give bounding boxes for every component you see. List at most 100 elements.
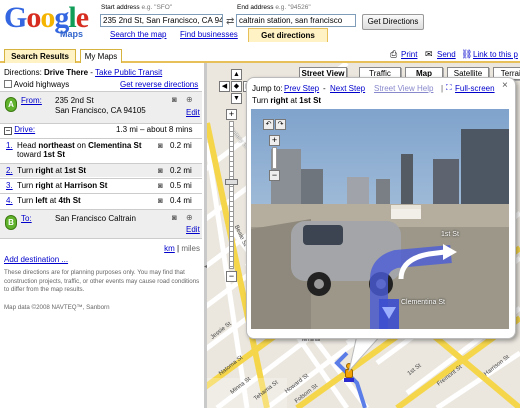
unit-miles: miles <box>181 244 200 253</box>
jump-to-label: Jump to: <box>252 84 283 93</box>
pan-up-icon[interactable]: ▲ <box>231 69 242 80</box>
swap-addresses-icon[interactable]: ⇄ <box>226 16 234 27</box>
camera-icon[interactable]: ◙ <box>172 95 177 104</box>
map-data-credit: Map data ©2008 NAVTEQ™, Sanborn <box>4 304 110 311</box>
street-view-bubble: Jump to: Prev Step - Next Step Street Vi… <box>246 77 516 339</box>
rotate-left-icon[interactable]: ↶ <box>263 119 274 130</box>
tab-find-businesses[interactable]: Find businesses <box>180 30 238 39</box>
direction-step-4[interactable]: 4. Turn left at 4th St ◙ 0.4 mi <box>0 193 202 207</box>
panorama-image <box>251 109 509 329</box>
avoid-highways-checkbox[interactable] <box>4 80 12 88</box>
street-label-1st: 1st St <box>441 231 459 238</box>
step-2-distance: 0.2 mi <box>170 166 192 175</box>
print-icon[interactable]: ⎙ <box>390 49 397 60</box>
pan-center-icon[interactable]: ◆ <box>231 81 242 92</box>
unit-km-link[interactable]: km <box>164 244 175 253</box>
street-view-help-link[interactable]: Street View Help <box>374 84 433 93</box>
drive-label[interactable]: Drive: <box>14 125 35 134</box>
send-link[interactable]: Send <box>437 50 456 59</box>
end-address-field[interactable]: caltrain station, san francisco <box>236 14 356 27</box>
units-toggle: km | miles <box>164 244 200 253</box>
fullscreen-icon[interactable]: ⛶ <box>446 83 452 93</box>
rotate-control[interactable]: ↶ ↷ <box>263 119 287 131</box>
avoid-highways-row: Avoid highways Get reverse directions <box>4 80 200 89</box>
link-icon[interactable]: ⛓ <box>461 49 472 60</box>
direction-step-3[interactable]: 3. Turn right at Harrison St ◙ 0.5 mi <box>0 178 202 192</box>
zoom-track[interactable] <box>229 121 234 269</box>
step-1-text-2: toward 1st St <box>17 150 66 159</box>
end-marker-b-icon: B <box>5 215 17 230</box>
camera-icon[interactable]: ◙ <box>158 196 163 205</box>
step-2-text: Turn right at 1st St <box>17 166 87 175</box>
to-value: San Francisco Caltrain <box>55 214 136 223</box>
add-destination-link[interactable]: Add destination ... <box>4 255 200 264</box>
step-3-distance: 0.5 mi <box>170 181 192 190</box>
sv-zoom-track[interactable] <box>272 147 277 169</box>
to-block: B To: San Francisco Caltrain ◙ ⊕ Edit <box>0 209 202 239</box>
directions-mode-line: Directions: Drive There - Take Public Tr… <box>4 68 163 77</box>
step-1-distance: 0.2 mi <box>170 141 192 150</box>
start-address-label: Start address e.g. "SFO" <box>101 4 173 11</box>
next-step-link[interactable]: Next Step <box>330 84 365 93</box>
sv-zoom-control[interactable]: + − <box>269 135 281 183</box>
start-address-field[interactable]: 235 2nd St, San Francisco, CA 94 <box>100 14 223 27</box>
step-4-distance: 0.4 mi <box>170 196 192 205</box>
zoom-icon[interactable]: ⊕ <box>186 95 193 104</box>
bubble-title: Turn right at 1st St <box>252 96 322 105</box>
zoom-out-icon[interactable]: − <box>226 271 237 282</box>
fullscreen-link[interactable]: Full-screen <box>455 84 495 93</box>
pan-down-icon[interactable]: ▼ <box>231 93 242 104</box>
tab-search-results[interactable]: Search Results <box>4 49 76 63</box>
directions-panel: Directions: Drive There - Take Public Tr… <box>0 63 204 408</box>
prev-step-link[interactable]: Prev Step <box>284 84 319 93</box>
camera-icon[interactable]: ◙ <box>172 213 177 222</box>
direction-step-2[interactable]: 2. Turn right at 1st St ◙ 0.2 mi <box>0 163 202 177</box>
link-to-page[interactable]: Link to this p <box>473 50 518 59</box>
bubble-tail <box>348 335 382 373</box>
direction-step-1[interactable]: 1. Head northeast on Clementina St towar… <box>0 138 202 162</box>
tab-search-the-map[interactable]: Search the map <box>110 30 166 39</box>
tab-my-maps[interactable]: My Maps <box>80 49 122 63</box>
sep-icon: | <box>441 84 444 93</box>
header: Google Maps Start address e.g. "SFO" 235… <box>0 0 520 44</box>
camera-icon[interactable]: ◙ <box>158 141 163 150</box>
from-label[interactable]: From: <box>21 96 42 105</box>
to-label[interactable]: To: <box>21 214 32 223</box>
get-directions-button[interactable]: Get Directions <box>362 14 424 30</box>
tab-get-directions[interactable]: Get directions <box>248 28 328 42</box>
zoom-slider[interactable]: + − <box>225 109 239 285</box>
to-edit-link[interactable]: Edit <box>186 225 200 234</box>
from-line2: San Francisco, CA 94105 <box>55 106 146 115</box>
drive-summary: 1.3 mi – about 8 mins <box>116 125 193 134</box>
step-3-text: Turn right at Harrison St <box>17 181 108 190</box>
zoom-in-icon[interactable]: + <box>226 109 237 120</box>
print-link[interactable]: Print <box>401 50 417 59</box>
camera-icon[interactable]: ◙ <box>158 181 163 190</box>
end-address-label: End address e.g. "94526" <box>237 4 311 11</box>
from-block: A From: 235 2nd St San Francisco, CA 941… <box>0 91 202 124</box>
from-edit-link[interactable]: Edit <box>186 108 200 117</box>
start-marker-a-icon: A <box>5 97 17 112</box>
camera-icon[interactable]: ◙ <box>158 166 163 175</box>
step-1-text: Head northeast on Clementina St <box>17 141 142 150</box>
take-public-transit-link[interactable]: Take Public Transit <box>95 68 162 77</box>
drive-there-label: Drive There <box>44 68 89 77</box>
rotate-right-icon[interactable]: ↷ <box>275 119 286 130</box>
street-view-panorama[interactable]: 1st St Clementina St ↶ ↷ + − <box>251 109 509 329</box>
step-4-text: Turn left at 4th St <box>17 196 81 205</box>
zoom-handle[interactable] <box>225 179 238 185</box>
sv-zoom-in-icon[interactable]: + <box>269 135 280 146</box>
zoom-icon[interactable]: ⊕ <box>186 213 193 222</box>
google-maps-logo[interactable]: Google Maps <box>4 3 90 41</box>
close-icon[interactable]: × <box>502 80 508 91</box>
reverse-directions-link[interactable]: Get reverse directions <box>120 80 198 89</box>
pan-left-icon[interactable]: ◀ <box>219 81 230 92</box>
logo-maps-label: Maps <box>60 29 84 39</box>
sv-zoom-out-icon[interactable]: − <box>269 170 280 181</box>
results-tab-bar: Search Results My Maps ⎙ Print ✉ Send ⛓ … <box>0 44 520 63</box>
mail-icon[interactable]: ✉ <box>425 49 433 60</box>
from-line1: 235 2nd St <box>55 96 94 105</box>
collapse-icon[interactable]: − <box>4 127 12 135</box>
street-label-clementina: Clementina St <box>401 299 445 306</box>
avoid-highways-label: Avoid highways <box>13 80 70 89</box>
